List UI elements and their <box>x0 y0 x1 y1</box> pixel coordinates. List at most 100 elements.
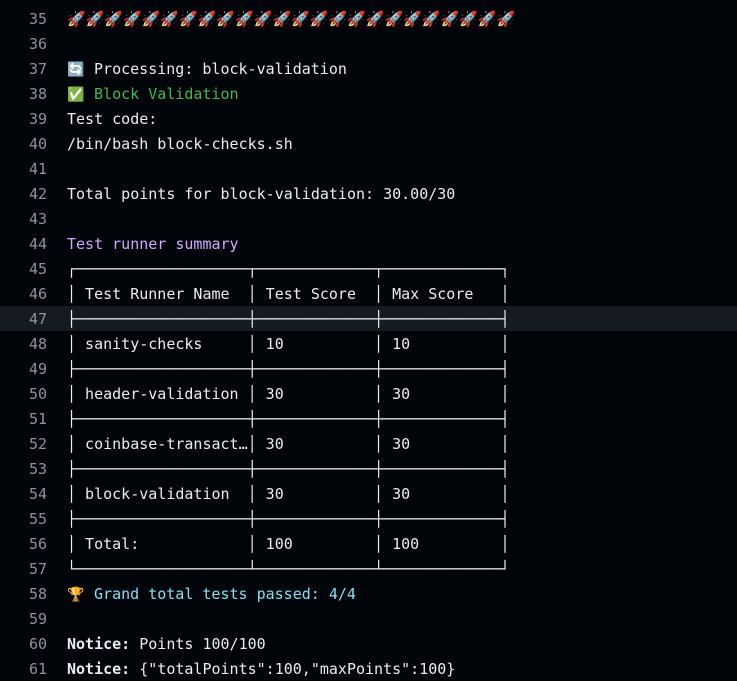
log-output: 35 🚀🚀🚀🚀🚀🚀🚀🚀🚀🚀🚀🚀🚀🚀🚀🚀🚀🚀🚀🚀🚀🚀🚀🚀 36 37 🔄 Processi… <box>0 0 737 681</box>
line-number[interactable]: 37 <box>0 60 47 78</box>
line-content: ├───────────────────┼─────────────┼─────… <box>67 360 510 378</box>
line-number[interactable]: 41 <box>0 160 47 178</box>
log-line[interactable]: 55 ├───────────────────┼─────────────┼───… <box>0 506 737 531</box>
line-content: ├───────────────────┼─────────────┼─────… <box>67 410 510 428</box>
line-content: ✅ Block Validation <box>67 85 239 103</box>
log-line[interactable]: 50 │ header-validation │ 30 │ 30 │ <box>0 381 737 406</box>
line-content: │ block-validation │ 30 │ 30 │ <box>67 485 510 503</box>
line-content: 🏆 Grand total tests passed: 4/4 <box>67 585 356 603</box>
log-line[interactable]: 49 ├───────────────────┼─────────────┼───… <box>0 356 737 381</box>
refresh-icon: 🔄 <box>67 61 85 78</box>
line-number[interactable]: 50 <box>0 385 47 403</box>
trophy-icon: 🏆 <box>67 586 85 603</box>
line-number[interactable]: 36 <box>0 35 47 53</box>
line-content: ┌───────────────────┬─────────────┬─────… <box>67 260 510 278</box>
log-line[interactable]: 43 <box>0 206 737 231</box>
line-text: ├───────────────────┼─────────────┼─────… <box>67 459 510 478</box>
line-text: │ coinbase-transact…│ 30 │ 30 │ <box>67 434 510 453</box>
log-line[interactable]: 39 Test code: <box>0 106 737 131</box>
log-line[interactable]: 37 🔄 Processing: block-validation <box>0 56 737 81</box>
log-line[interactable]: 57 └───────────────────┴─────────────┴───… <box>0 556 737 581</box>
line-number[interactable]: 58 <box>0 585 47 603</box>
line-number[interactable]: 61 <box>0 660 47 678</box>
check-icon: ✅ <box>67 86 85 103</box>
log-line[interactable]: 45 ┌───────────────────┬─────────────┬───… <box>0 256 737 281</box>
line-number[interactable]: 39 <box>0 110 47 128</box>
line-number[interactable]: 48 <box>0 335 47 353</box>
notice-label: Notice: <box>67 634 131 653</box>
line-number[interactable]: 57 <box>0 560 47 578</box>
log-line[interactable]: 54 │ block-validation │ 30 │ 30 │ <box>0 481 737 506</box>
line-content: │ Total: │ 100 │ 100 │ <box>67 535 510 553</box>
log-line[interactable]: 58 🏆 Grand total tests passed: 4/4 <box>0 581 737 606</box>
line-text: └───────────────────┴─────────────┴─────… <box>67 559 510 578</box>
line-text: │ sanity-checks │ 10 │ 10 │ <box>67 334 510 353</box>
log-line[interactable]: 42 Total points for block-validation: 30.… <box>0 181 737 206</box>
line-number[interactable]: 54 <box>0 485 47 503</box>
line-number[interactable]: 56 <box>0 535 47 553</box>
log-line[interactable]: 47 ├───────────────────┼─────────────┼───… <box>0 306 737 331</box>
line-text: ├───────────────────┼─────────────┼─────… <box>67 509 510 528</box>
line-content: Total points for block-validation: 30.00… <box>67 185 455 203</box>
line-content: Notice: Points 100/100 <box>67 635 266 653</box>
line-number[interactable]: 38 <box>0 85 47 103</box>
line-number[interactable]: 43 <box>0 210 47 228</box>
log-line[interactable]: 56 │ Total: │ 100 │ 100 │ <box>0 531 737 556</box>
line-content: Test code: <box>67 110 157 128</box>
log-line[interactable]: 52 │ coinbase-transact…│ 30 │ 30 │ <box>0 431 737 456</box>
line-text: │ Total: │ 100 │ 100 │ <box>67 534 510 553</box>
line-number[interactable]: 47 <box>0 310 47 328</box>
line-text: ├───────────────────┼─────────────┼─────… <box>67 309 510 328</box>
line-number[interactable]: 55 <box>0 510 47 528</box>
line-text: Grand total tests passed: 4/4 <box>85 584 356 603</box>
line-text: {"totalPoints":100,"maxPoints":100} <box>130 659 456 678</box>
log-line[interactable]: 51 ├───────────────────┼─────────────┼───… <box>0 406 737 431</box>
line-text: Total points for block-validation: 30.00… <box>67 184 456 203</box>
line-text: ┌───────────────────┬─────────────┬─────… <box>67 259 510 278</box>
log-line[interactable]: 48 │ sanity-checks │ 10 │ 10 │ <box>0 331 737 356</box>
line-number[interactable]: 44 <box>0 235 47 253</box>
log-line[interactable]: 44 Test runner summary <box>0 231 737 256</box>
notice-label: Notice: <box>67 659 131 678</box>
log-line[interactable]: 60 Notice: Points 100/100 <box>0 631 737 656</box>
line-text: │ header-validation │ 30 │ 30 │ <box>67 384 510 403</box>
line-number[interactable]: 46 <box>0 285 47 303</box>
line-content: │ header-validation │ 30 │ 30 │ <box>67 385 510 403</box>
log-line[interactable]: 36 <box>0 31 737 56</box>
line-text: Block Validation <box>85 84 239 103</box>
line-number[interactable]: 53 <box>0 460 47 478</box>
line-text: │ block-validation │ 30 │ 30 │ <box>67 484 510 503</box>
log-line[interactable]: 46 │ Test Runner Name │ Test Score │ Max … <box>0 281 737 306</box>
line-text: 🚀🚀🚀🚀🚀🚀🚀🚀🚀🚀🚀🚀🚀🚀🚀🚀🚀🚀🚀🚀🚀🚀🚀🚀 <box>67 9 516 28</box>
log-line[interactable]: 59 <box>0 606 737 631</box>
line-content: │ Test Runner Name │ Test Score │ Max Sc… <box>67 285 510 303</box>
line-content: │ sanity-checks │ 10 │ 10 │ <box>67 335 510 353</box>
line-content: /bin/bash block-checks.sh <box>67 135 293 153</box>
line-number[interactable]: 52 <box>0 435 47 453</box>
line-number[interactable]: 35 <box>0 10 47 28</box>
line-text: Processing: block-validation <box>85 59 347 78</box>
line-content: 🚀🚀🚀🚀🚀🚀🚀🚀🚀🚀🚀🚀🚀🚀🚀🚀🚀🚀🚀🚀🚀🚀🚀🚀 <box>67 10 515 28</box>
line-number[interactable]: 40 <box>0 135 47 153</box>
log-line[interactable]: 61 Notice: {"totalPoints":100,"maxPoints"… <box>0 656 737 681</box>
line-content: ├───────────────────┼─────────────┼─────… <box>67 460 510 478</box>
line-content: ├───────────────────┼─────────────┼─────… <box>67 510 510 528</box>
line-text: ├───────────────────┼─────────────┼─────… <box>67 359 510 378</box>
line-number[interactable]: 60 <box>0 635 47 653</box>
log-line[interactable]: 41 <box>0 156 737 181</box>
line-content: └───────────────────┴─────────────┴─────… <box>67 560 510 578</box>
line-number[interactable]: 59 <box>0 610 47 628</box>
log-line[interactable]: 40/bin/bash block-checks.sh <box>0 131 737 156</box>
line-number[interactable]: 45 <box>0 260 47 278</box>
log-line[interactable]: 38 ✅ Block Validation <box>0 81 737 106</box>
line-text: ├───────────────────┼─────────────┼─────… <box>67 409 510 428</box>
line-text: Test code: <box>67 109 158 128</box>
line-number[interactable]: 51 <box>0 410 47 428</box>
line-text: │ Test Runner Name │ Test Score │ Max Sc… <box>67 284 510 303</box>
log-line[interactable]: 35 🚀🚀🚀🚀🚀🚀🚀🚀🚀🚀🚀🚀🚀🚀🚀🚀🚀🚀🚀🚀🚀🚀🚀🚀 <box>0 6 737 31</box>
log-line[interactable]: 53 ├───────────────────┼─────────────┼───… <box>0 456 737 481</box>
line-number[interactable]: 49 <box>0 360 47 378</box>
line-number[interactable]: 42 <box>0 185 47 203</box>
line-text: /bin/bash block-checks.sh <box>67 134 293 153</box>
line-text: Test runner summary <box>67 234 239 253</box>
